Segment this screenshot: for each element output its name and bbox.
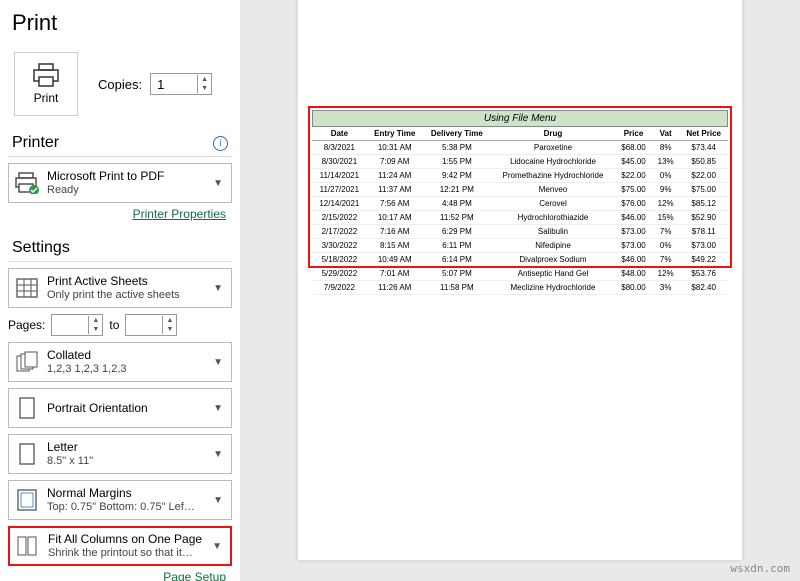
print-preview-area: Using File Menu DateEntry TimeDelivery T… [240, 0, 800, 581]
margins-icon [13, 486, 41, 514]
page-title: Print [8, 10, 232, 36]
sheets-icon [13, 274, 41, 302]
printer-icon [31, 63, 61, 87]
portrait-icon [13, 394, 41, 422]
margins-dropdown[interactable]: Normal MarginsTop: 0.75" Bottom: 0.75" L… [8, 480, 232, 520]
chevron-down-icon: ▼ [209, 357, 227, 368]
collate-line2: 1,2,3 1,2,3 1,2,3 [47, 363, 209, 376]
printer-name: Microsoft Print to PDF [47, 169, 209, 183]
collate-line1: Collated [47, 348, 209, 362]
paper-line2: 8.5" x 11" [47, 455, 209, 468]
pages-to-spinner[interactable]: ▲▼ [125, 314, 177, 336]
copies-spinner[interactable]: 1 ▲▼ [150, 73, 212, 95]
pages-to-label: to [109, 318, 119, 332]
print-what-line2: Only print the active sheets [47, 289, 209, 302]
watermark: wsxdn.com [730, 562, 790, 575]
spinner-down[interactable]: ▼ [198, 84, 211, 93]
copies-value: 1 [151, 77, 197, 92]
paper-icon [13, 440, 41, 468]
highlight-annotation [308, 106, 732, 268]
chevron-down-icon: ▼ [209, 449, 227, 460]
chevron-down-icon: ▼ [209, 178, 227, 189]
preview-page: Using File Menu DateEntry TimeDelivery T… [298, 0, 742, 560]
fit-columns-icon [14, 532, 42, 560]
copies-label: Copies: [98, 77, 142, 92]
chevron-down-icon: ▼ [209, 283, 227, 294]
collate-icon [13, 348, 41, 376]
printer-dropdown[interactable]: Microsoft Print to PDF Ready ▼ [8, 163, 232, 203]
print-button-label: Print [34, 91, 59, 105]
info-icon[interactable]: i [213, 136, 228, 151]
paper-size-dropdown[interactable]: Letter8.5" x 11" ▼ [8, 434, 232, 474]
orient-line1: Portrait Orientation [47, 401, 209, 415]
printer-status: Ready [47, 184, 209, 197]
page-setup-link[interactable]: Page Setup [8, 570, 232, 581]
pages-from-spinner[interactable]: ▲▼ [51, 314, 103, 336]
printer-status-icon [13, 169, 41, 197]
scaling-dropdown[interactable]: Fit All Columns on One PageShrink the pr… [8, 526, 232, 566]
spinner-up[interactable]: ▲ [198, 75, 211, 84]
print-what-dropdown[interactable]: Print Active SheetsOnly print the active… [8, 268, 232, 308]
printer-properties-link[interactable]: Printer Properties [8, 207, 232, 221]
scaling-line1: Fit All Columns on One Page [48, 532, 208, 546]
settings-section-title: Settings [12, 239, 70, 257]
collation-dropdown[interactable]: Collated1,2,3 1,2,3 1,2,3 ▼ [8, 342, 232, 382]
printer-section-title: Printer [12, 134, 59, 152]
print-what-line1: Print Active Sheets [47, 274, 209, 288]
table-row: 7/9/202211:26 AM11:58 PMMeclizine Hydroc… [312, 281, 728, 295]
margins-line1: Normal Margins [47, 486, 209, 500]
scaling-line2: Shrink the printout so that it… [48, 547, 208, 560]
table-row: 5/29/20227:01 AM5:07 PMAntiseptic Hand G… [312, 267, 728, 281]
margins-line2: Top: 0.75" Bottom: 0.75" Lef… [47, 501, 209, 514]
chevron-down-icon: ▼ [208, 541, 226, 552]
chevron-down-icon: ▼ [209, 495, 227, 506]
paper-line1: Letter [47, 440, 209, 454]
print-button[interactable]: Print [14, 52, 78, 116]
orientation-dropdown[interactable]: Portrait Orientation ▼ [8, 388, 232, 428]
pages-label: Pages: [8, 318, 45, 332]
chevron-down-icon: ▼ [209, 403, 227, 414]
